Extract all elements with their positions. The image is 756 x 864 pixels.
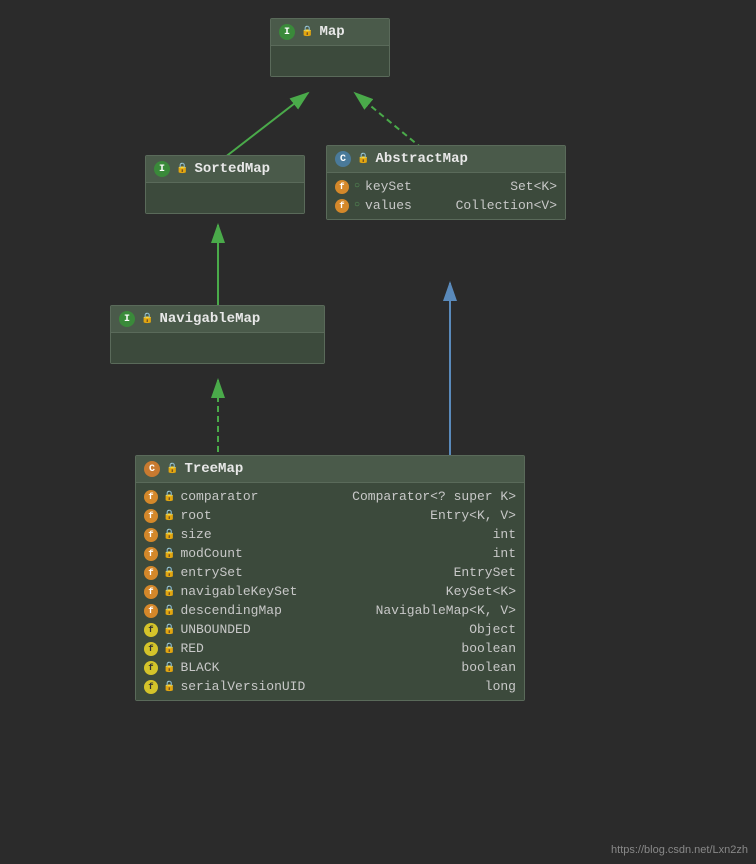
navigable-map-class-header: I 🔒 NavigableMap	[111, 306, 324, 333]
map-class-body	[271, 46, 389, 76]
access-icon-comparator: 🔒	[163, 491, 175, 503]
field-name-size: size	[180, 527, 211, 542]
field-name-entryset: entrySet	[180, 565, 242, 580]
sorted-map-class-box: I 🔒 SortedMap	[145, 155, 305, 214]
tree-map-class-body: f 🔒 comparator Comparator<? super K> f 🔒…	[136, 483, 524, 700]
abstract-map-type-icon: C	[335, 151, 351, 167]
tree-map-field-descmap: f 🔒 descendingMap NavigableMap<K, V>	[144, 601, 516, 620]
field-type-navkeyset: KeySet<K>	[446, 584, 516, 599]
diagram-container: I 🔒 Map I 🔒 SortedMap C 🔒 AbstractMap f …	[0, 0, 756, 864]
field-type-serialversionuid: long	[485, 679, 516, 694]
access-icon-size: 🔒	[163, 529, 175, 541]
field-type-comparator: Comparator<? super K>	[352, 489, 516, 504]
tree-map-field-black: f 🔒 BLACK boolean	[144, 658, 516, 677]
field-icon-unbounded: f	[144, 623, 158, 637]
access-icon-descmap: 🔒	[163, 605, 175, 617]
tree-map-class-box: C 🔒 TreeMap f 🔒 comparator Comparator<? …	[135, 455, 525, 701]
field-type-root: Entry<K, V>	[430, 508, 516, 523]
field-name-values: values	[365, 198, 412, 213]
access-icon-keyset: ○	[354, 181, 360, 192]
tree-map-type-icon: C	[144, 461, 160, 477]
field-icon-comparator: f	[144, 490, 158, 504]
field-icon-size: f	[144, 528, 158, 542]
access-icon-red: 🔒	[163, 643, 175, 655]
abstract-map-class-name: AbstractMap	[375, 151, 467, 167]
field-name-root: root	[180, 508, 211, 523]
tree-map-field-serialversionuid: f 🔒 serialVersionUID long	[144, 677, 516, 696]
access-icon-modcount: 🔒	[163, 548, 175, 560]
tree-map-field-modcount: f 🔒 modCount int	[144, 544, 516, 563]
abstract-map-lock-icon: 🔒	[357, 153, 369, 165]
field-type-size: int	[493, 527, 516, 542]
field-name-serialversionuid: serialVersionUID	[180, 679, 305, 694]
field-icon-values: f	[335, 199, 349, 213]
tree-map-field-unbounded: f 🔒 UNBOUNDED Object	[144, 620, 516, 639]
abstract-map-class-box: C 🔒 AbstractMap f ○ keySet Set<K> f ○ va…	[326, 145, 566, 220]
field-type-values: Collection<V>	[456, 198, 557, 213]
field-type-modcount: int	[493, 546, 516, 561]
tree-map-field-red: f 🔒 RED boolean	[144, 639, 516, 658]
navigable-map-class-body	[111, 333, 324, 363]
tree-map-field-entryset: f 🔒 entrySet EntrySet	[144, 563, 516, 582]
access-icon-root: 🔒	[163, 510, 175, 522]
map-type-icon: I	[279, 24, 295, 40]
access-icon-navkeyset: 🔒	[163, 586, 175, 598]
access-icon-entryset: 🔒	[163, 567, 175, 579]
field-icon-black: f	[144, 661, 158, 675]
access-icon-unbounded: 🔒	[163, 624, 175, 636]
field-name-navkeyset: navigableKeySet	[180, 584, 297, 599]
field-type-red: boolean	[461, 641, 516, 656]
field-name-keyset: keySet	[365, 179, 412, 194]
map-lock-icon: 🔒	[301, 26, 313, 38]
field-icon-red: f	[144, 642, 158, 656]
tree-map-class-header: C 🔒 TreeMap	[136, 456, 524, 483]
field-type-black: boolean	[461, 660, 516, 675]
field-name-black: BLACK	[180, 660, 219, 675]
abstract-map-class-header: C 🔒 AbstractMap	[327, 146, 565, 173]
sorted-map-class-body	[146, 183, 304, 213]
sorted-map-class-header: I 🔒 SortedMap	[146, 156, 304, 183]
field-name-modcount: modCount	[180, 546, 242, 561]
field-icon-root: f	[144, 509, 158, 523]
map-class-header: I 🔒 Map	[271, 19, 389, 46]
field-icon-modcount: f	[144, 547, 158, 561]
field-icon-navkeyset: f	[144, 585, 158, 599]
navigable-map-type-icon: I	[119, 311, 135, 327]
arrows-svg	[0, 0, 756, 864]
navigable-map-lock-icon: 🔒	[141, 313, 153, 325]
field-icon-entryset: f	[144, 566, 158, 580]
field-icon-keyset: f	[335, 180, 349, 194]
tree-map-class-name: TreeMap	[184, 461, 243, 477]
sorted-map-class-name: SortedMap	[194, 161, 270, 177]
tree-map-field-comparator: f 🔒 comparator Comparator<? super K>	[144, 487, 516, 506]
map-class-box: I 🔒 Map	[270, 18, 390, 77]
abstract-map-field-keyset: f ○ keySet Set<K>	[335, 177, 557, 196]
field-icon-descmap: f	[144, 604, 158, 618]
tree-map-lock-icon: 🔒	[166, 463, 178, 475]
navigable-map-class-name: NavigableMap	[159, 311, 260, 327]
sorted-map-lock-icon: 🔒	[176, 163, 188, 175]
tree-map-field-size: f 🔒 size int	[144, 525, 516, 544]
field-name-red: RED	[180, 641, 203, 656]
field-type-descmap: NavigableMap<K, V>	[376, 603, 516, 618]
access-icon-values: ○	[354, 200, 360, 211]
field-type-entryset: EntrySet	[454, 565, 516, 580]
field-name-comparator: comparator	[180, 489, 258, 504]
tree-map-field-root: f 🔒 root Entry<K, V>	[144, 506, 516, 525]
access-icon-serialversionuid: 🔒	[163, 681, 175, 693]
watermark: https://blog.csdn.net/Lxn2zh	[611, 844, 748, 856]
map-class-name: Map	[319, 24, 344, 40]
field-name-descmap: descendingMap	[180, 603, 281, 618]
field-icon-serialversionuid: f	[144, 680, 158, 694]
field-name-unbounded: UNBOUNDED	[180, 622, 250, 637]
access-icon-black: 🔒	[163, 662, 175, 674]
navigable-map-class-box: I 🔒 NavigableMap	[110, 305, 325, 364]
tree-map-field-navkeyset: f 🔒 navigableKeySet KeySet<K>	[144, 582, 516, 601]
abstract-map-field-values: f ○ values Collection<V>	[335, 196, 557, 215]
sorted-map-type-icon: I	[154, 161, 170, 177]
field-type-unbounded: Object	[469, 622, 516, 637]
field-type-keyset: Set<K>	[510, 179, 557, 194]
abstract-map-class-body: f ○ keySet Set<K> f ○ values Collection<…	[327, 173, 565, 219]
